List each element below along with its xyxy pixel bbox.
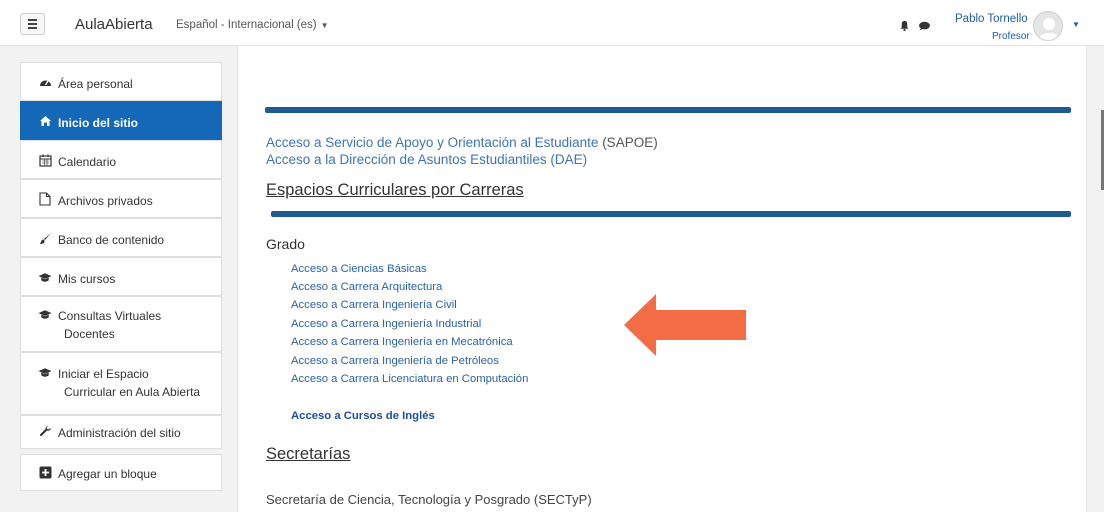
section-divider-bar <box>271 211 1071 217</box>
plus-square-icon <box>38 465 52 479</box>
graduation-cap-icon <box>38 365 52 379</box>
dae-link[interactable]: Acceso a la Dirección de Asuntos Estudia… <box>266 152 587 167</box>
carrera-link[interactable]: Acceso a Carrera Ingeniería Civil <box>291 299 457 311</box>
secretaria-ciencia-link[interactable]: Secretaría de Ciencia, Tecnología y Posg… <box>266 492 592 507</box>
sidebar-item-consultas-virtuales[interactable]: Consultas Virtuales Docentes <box>20 296 222 352</box>
graduation-cap-icon <box>38 270 52 284</box>
sidebar-item-calendario[interactable]: Calendario <box>20 140 222 179</box>
carrera-link[interactable]: Acceso a Carrera Ingeniería Industrial <box>291 318 481 330</box>
section-divider-bar <box>265 107 1071 113</box>
carrera-link[interactable]: Acceso a Carrera Licenciatura en Computa… <box>291 373 528 385</box>
user-menu-caret-icon[interactable]: ▼ <box>1072 20 1080 29</box>
chat-icon[interactable] <box>918 21 931 31</box>
dashboard-icon <box>38 75 52 89</box>
menu-toggle-button[interactable] <box>20 13 45 35</box>
graduation-cap-icon <box>38 307 52 321</box>
wrench-icon <box>38 424 52 438</box>
brush-icon <box>38 231 52 245</box>
sidebar-item-inicio-del-sitio[interactable]: Inicio del sitio <box>20 101 222 140</box>
secretarias-heading: Secretarías <box>266 445 351 463</box>
carrera-link[interactable]: Acceso a Carrera Ingeniería de Petróleos <box>291 355 499 367</box>
language-label: Español - Internacional (es) <box>176 19 317 31</box>
caret-down-icon: ▼ <box>320 21 329 30</box>
bell-icon[interactable] <box>899 20 910 31</box>
carrera-link[interactable]: Acceso a Ciencias Básicas <box>291 263 427 275</box>
sidebar-item-area-personal[interactable]: Área personal <box>20 62 222 101</box>
sidebar-item-banco-de-contenido[interactable]: Banco de contenido <box>20 218 222 257</box>
calendar-icon <box>38 153 52 167</box>
avatar[interactable] <box>1033 11 1063 41</box>
language-selector[interactable]: Español - Internacional (es) ▼ <box>176 19 329 31</box>
sapoe-link[interactable]: Acceso a Servicio de Apoyo y Orientación… <box>266 135 658 150</box>
sidebar-item-archivos-privados[interactable]: Archivos privados <box>20 179 222 218</box>
sidebar-item-iniciar-espacio-curricular[interactable]: Iniciar el Espacio Curricular en Aula Ab… <box>20 352 222 415</box>
file-icon <box>38 192 52 206</box>
sidebar-item-administracion-del-sitio[interactable]: Administración del sitio <box>20 415 222 449</box>
annotation-arrow-icon <box>624 294 746 356</box>
grado-label: Grado <box>266 236 305 252</box>
add-block-button[interactable]: Agregar un bloque <box>20 454 222 491</box>
home-icon <box>38 114 52 128</box>
carrera-link[interactable]: Acceso a Carrera Ingeniería en Mecatróni… <box>291 336 513 348</box>
hamburger-icon <box>28 19 37 21</box>
user-avatar-icon <box>1039 18 1059 40</box>
user-role: Profesor <box>992 31 1030 42</box>
cursos-de-ingles-link[interactable]: Acceso a Cursos de Inglés <box>291 410 435 422</box>
carrera-link[interactable]: Acceso a Carrera Arquitectura <box>291 281 442 293</box>
top-navbar: AulaAbierta Español - Internacional (es)… <box>0 0 1104 46</box>
espacios-curriculares-heading: Espacios Curriculares por Carreras <box>266 181 524 199</box>
user-name[interactable]: Pablo Tornello <box>955 13 1028 25</box>
site-brand[interactable]: AulaAbierta <box>75 16 153 33</box>
main-content <box>237 46 1087 512</box>
sidebar-item-mis-cursos[interactable]: Mis cursos <box>20 257 222 296</box>
